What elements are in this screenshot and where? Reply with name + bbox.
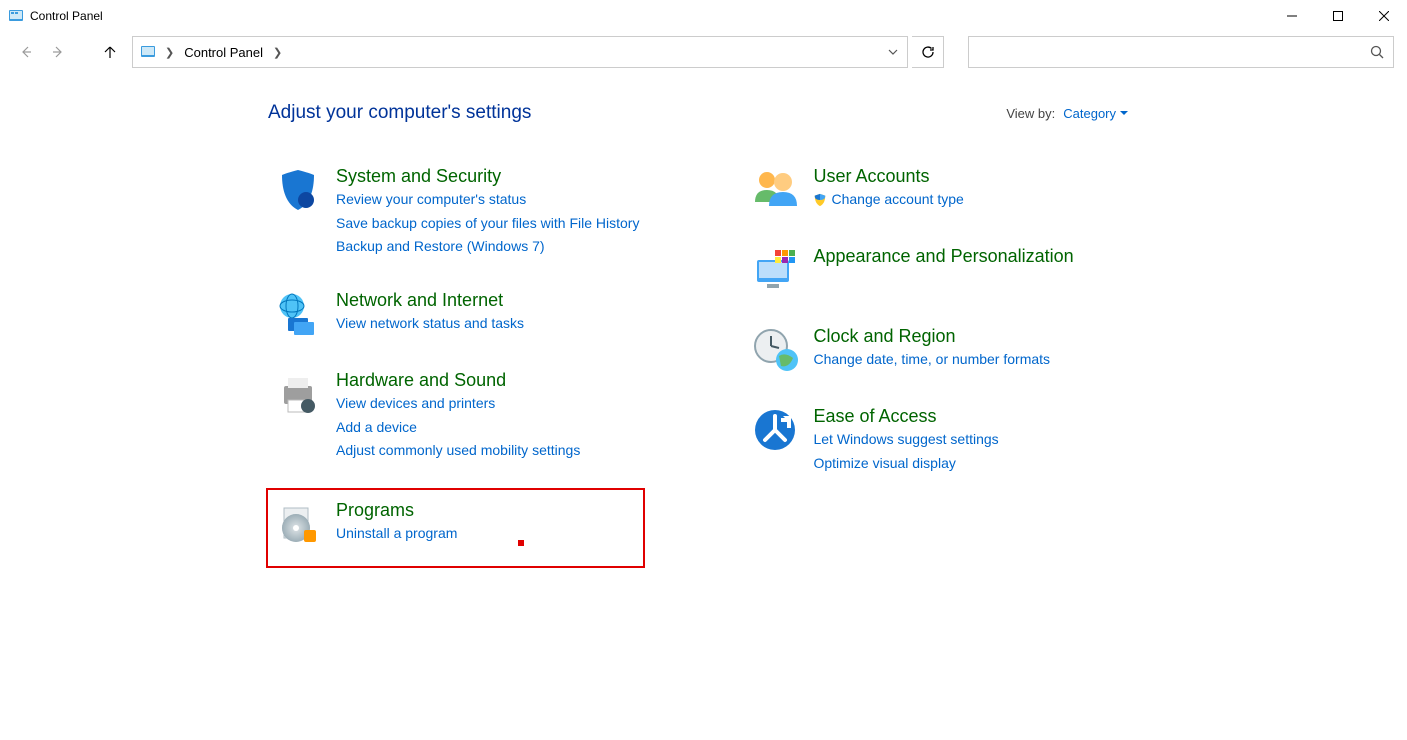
category-link[interactable]: Save backup copies of your files with Fi… (336, 213, 639, 235)
category-title[interactable]: User Accounts (813, 166, 963, 187)
page-heading: Adjust your computer's settings (268, 102, 531, 124)
category-network-internet: Network and Internet View network status… (268, 284, 645, 344)
category-programs: Programs Uninstall a program (266, 488, 645, 568)
category-appearance: Appearance and Personalization (745, 240, 1079, 300)
breadcrumb-separator[interactable]: ❯ (267, 46, 288, 59)
category-title[interactable]: Network and Internet (336, 290, 524, 311)
category-link[interactable]: Change account type (813, 189, 963, 211)
maximize-button[interactable] (1315, 0, 1361, 32)
viewby-dropdown[interactable]: Category (1063, 106, 1128, 121)
programs-disc-icon[interactable] (274, 500, 322, 548)
title-bar: Control Panel (0, 0, 1407, 32)
category-system-security: System and Security Review your computer… (268, 160, 645, 264)
users-icon[interactable] (751, 166, 799, 214)
breadcrumb-root[interactable]: Control Panel (180, 45, 267, 60)
category-title[interactable]: Programs (336, 500, 457, 521)
close-button[interactable] (1361, 0, 1407, 32)
content-area: Adjust your computer's settings View by:… (0, 72, 1407, 568)
shield-icon[interactable] (274, 166, 322, 214)
address-bar[interactable]: ❯ Control Panel ❯ (132, 36, 908, 68)
navigation-row: ❯ Control Panel ❯ (0, 32, 1407, 72)
forward-button[interactable] (44, 38, 72, 66)
category-link[interactable]: Uninstall a program (336, 523, 457, 545)
control-panel-icon (137, 44, 159, 60)
search-icon[interactable] (1361, 45, 1393, 59)
category-ease-of-access: Ease of Access Let Windows suggest setti… (745, 400, 1079, 480)
category-link[interactable]: Add a device (336, 417, 580, 439)
category-link[interactable]: Let Windows suggest settings (813, 429, 998, 451)
back-button[interactable] (12, 38, 40, 66)
category-link[interactable]: Adjust commonly used mobility settings (336, 440, 580, 462)
search-box[interactable] (968, 36, 1394, 68)
category-column-left: System and Security Review your computer… (268, 160, 645, 568)
monitor-swatch-icon[interactable] (751, 246, 799, 294)
annotation-dot (518, 540, 524, 546)
ease-of-access-icon[interactable] (751, 406, 799, 454)
clock-globe-icon[interactable] (751, 326, 799, 374)
category-column-right: User Accounts Change account type Appear… (745, 160, 1079, 568)
category-link[interactable]: View network status and tasks (336, 313, 524, 335)
category-link[interactable]: Change date, time, or number formats (813, 349, 1050, 371)
window-title: Control Panel (30, 9, 103, 23)
printer-icon[interactable] (274, 370, 322, 418)
minimize-button[interactable] (1269, 0, 1315, 32)
up-button[interactable] (96, 38, 124, 66)
refresh-button[interactable] (912, 36, 944, 68)
category-title[interactable]: System and Security (336, 166, 639, 187)
address-dropdown[interactable] (879, 37, 907, 67)
category-clock-region: Clock and Region Change date, time, or n… (745, 320, 1079, 380)
category-user-accounts: User Accounts Change account type (745, 160, 1079, 220)
control-panel-icon (8, 8, 24, 24)
category-link[interactable]: Optimize visual display (813, 453, 998, 475)
viewby-label: View by: (1006, 106, 1055, 121)
category-link[interactable]: Backup and Restore (Windows 7) (336, 236, 639, 258)
uac-shield-icon (813, 193, 827, 207)
category-title[interactable]: Ease of Access (813, 406, 998, 427)
category-title[interactable]: Appearance and Personalization (813, 246, 1073, 267)
category-link[interactable]: Review your computer's status (336, 189, 639, 211)
category-title[interactable]: Hardware and Sound (336, 370, 580, 391)
breadcrumb-separator[interactable]: ❯ (159, 46, 180, 59)
category-link[interactable]: View devices and printers (336, 393, 580, 415)
globe-network-icon[interactable] (274, 290, 322, 338)
category-title[interactable]: Clock and Region (813, 326, 1050, 347)
category-hardware-sound: Hardware and Sound View devices and prin… (268, 364, 645, 468)
search-input[interactable] (969, 45, 1361, 60)
